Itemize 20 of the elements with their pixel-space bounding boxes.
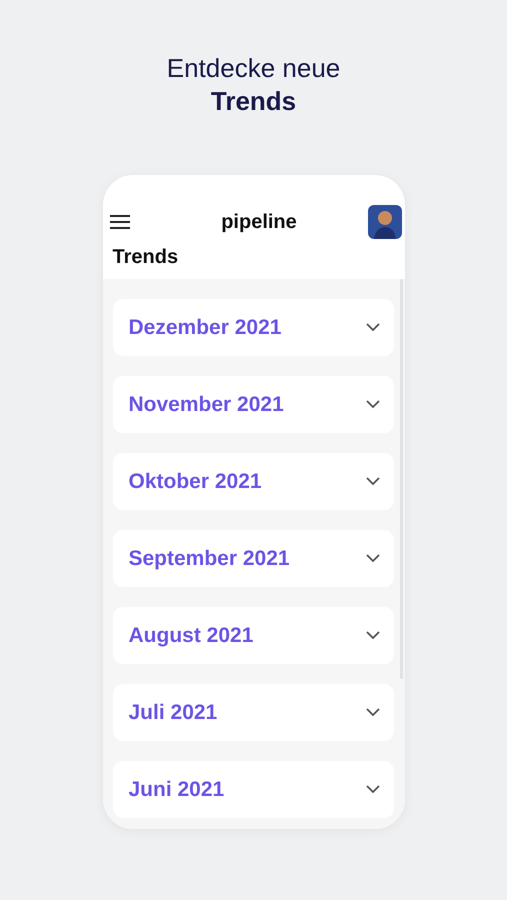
headline-bold: Trends [210,85,296,118]
chevron-down-icon [366,785,380,794]
month-accordion[interactable]: Oktober 2021 [112,453,394,510]
avatar-icon[interactable] [368,205,402,239]
page-title: Trends [112,245,180,270]
chevron-down-icon [366,477,380,486]
chevron-down-icon [366,323,380,332]
chevron-down-icon [366,554,380,563]
menu-icon[interactable] [110,215,130,229]
chevron-down-icon [366,631,380,640]
month-accordion[interactable]: September 2021 [112,530,394,587]
month-accordion[interactable]: August 2021 [112,607,394,664]
headline: Entdecke neue [166,52,340,84]
month-accordion[interactable]: Juli 2021 [112,684,394,741]
chevron-down-icon [366,400,380,409]
app-title: pipeline [221,210,297,235]
month-accordion[interactable]: Juni 2021 [112,761,394,818]
month-accordion[interactable]: November 2021 [112,376,394,433]
chevron-down-icon [366,708,380,717]
month-accordion[interactable]: Dezember 2021 [112,299,394,356]
